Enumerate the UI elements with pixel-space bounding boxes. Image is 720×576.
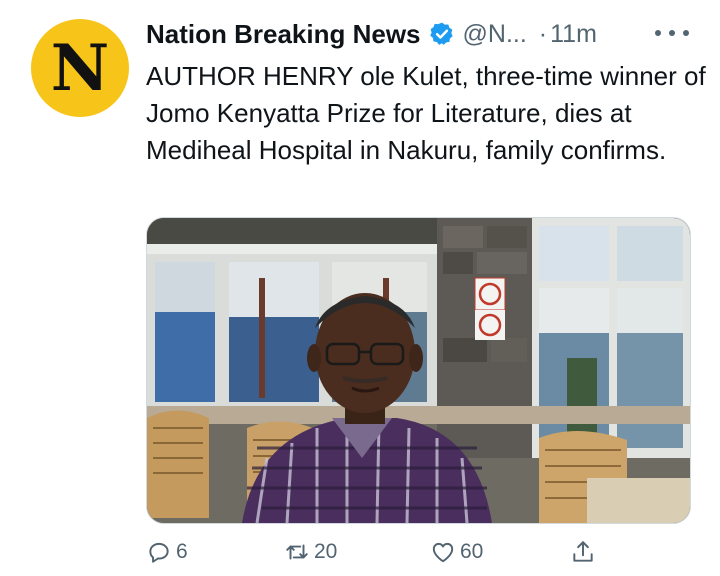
reply-button[interactable]: 6 [146, 532, 188, 572]
more-dot [683, 30, 689, 36]
verified-badge-icon [429, 22, 453, 45]
more-dot [669, 30, 675, 36]
tweet-text: AUTHOR HENRY ole Kulet, three-time winne… [146, 61, 706, 165]
heart-icon [432, 542, 454, 563]
photo-portrait-man [147, 218, 690, 523]
retweet-button[interactable]: 20 [284, 532, 337, 572]
tweet-timestamp[interactable]: 11m [550, 20, 597, 49]
reply-icon [149, 542, 169, 563]
retweet-count: 20 [314, 540, 338, 563]
share-button[interactable] [570, 532, 596, 572]
tweet-header: Nation Breaking News @N... · 11m [146, 14, 597, 54]
like-count: 60 [460, 540, 484, 563]
separator-dot: · [538, 19, 548, 48]
more-options-icon[interactable] [655, 26, 689, 40]
tweet-actions: 6 20 60 [146, 532, 706, 572]
share-icon [573, 541, 593, 562]
more-dot [655, 30, 661, 36]
tweet[interactable]: N Nation Breaking News @N... · 11m AUTHO… [0, 0, 720, 576]
retweet-icon [286, 544, 308, 560]
like-button[interactable]: 60 [430, 532, 483, 572]
author-name[interactable]: Nation Breaking News [146, 19, 421, 50]
avatar[interactable]: N [31, 19, 129, 117]
avatar-letter: N [50, 31, 110, 106]
reply-count: 6 [176, 540, 188, 563]
author-handle[interactable]: @N... [463, 20, 527, 49]
tweet-photo[interactable] [146, 217, 691, 524]
